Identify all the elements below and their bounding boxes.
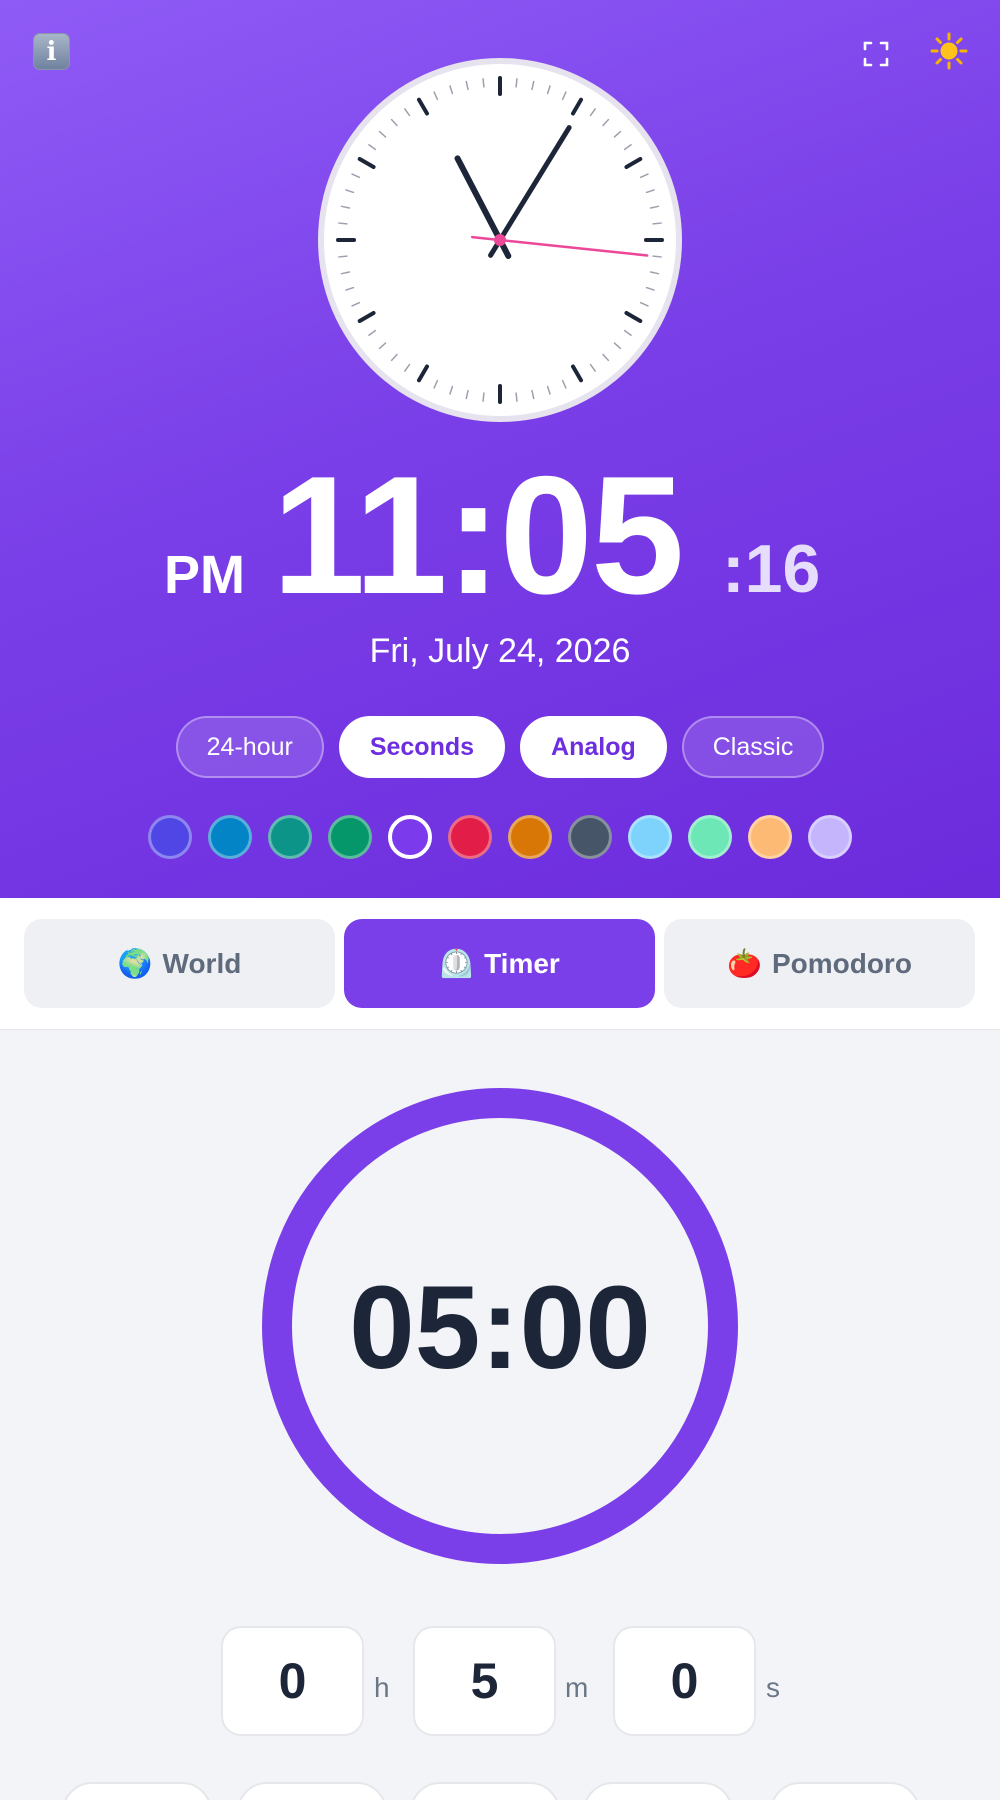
clock-minute-tick	[515, 392, 518, 402]
ampm-label: PM	[164, 545, 245, 605]
sun-icon	[930, 32, 968, 70]
mode-tabs: 🌍 World ⏲️ Timer 🍅 Pomodoro	[0, 898, 1000, 1030]
info-button[interactable]: i	[33, 33, 70, 70]
preset-button[interactable]	[62, 1782, 212, 1800]
timer-icon: ⏲️	[439, 947, 475, 980]
toggle-analog[interactable]: Analog	[520, 716, 667, 778]
timer-display: 05:00	[349, 1262, 651, 1394]
theme-color-swatch[interactable]	[268, 815, 312, 859]
preset-button[interactable]	[410, 1782, 560, 1800]
theme-color-swatch[interactable]	[688, 815, 732, 859]
clock-minute-tick	[652, 222, 662, 225]
theme-color-swatch[interactable]	[148, 815, 192, 859]
toggle-24-hour[interactable]: 24-hour	[175, 716, 324, 778]
theme-color-swatch[interactable]	[808, 815, 852, 859]
tomato-icon: 🍅	[727, 947, 762, 980]
theme-color-swatch[interactable]	[448, 815, 492, 859]
theme-color-swatch[interactable]	[328, 815, 372, 859]
clock-minute-tick	[482, 392, 485, 402]
seconds-display: :16	[722, 531, 821, 607]
tab-pomodoro-label: Pomodoro	[771, 947, 912, 979]
minutes-unit: m	[565, 1672, 589, 1703]
preset-button[interactable]	[770, 1782, 920, 1800]
theme-color-swatch[interactable]	[208, 815, 252, 859]
theme-color-swatch[interactable]	[568, 815, 612, 859]
seconds-input[interactable]: 0	[613, 1626, 756, 1736]
seconds-unit: s	[766, 1672, 780, 1703]
hours-minutes: 11:05	[272, 441, 684, 629]
globe-icon: 🌍	[117, 947, 153, 980]
analog-clock	[318, 58, 682, 422]
display-toggles: 24-hour Seconds Analog Classic	[0, 716, 1000, 778]
info-icon: i	[46, 36, 57, 67]
tab-world[interactable]: 🌍 World	[24, 919, 335, 1008]
hours-unit: h	[374, 1672, 390, 1703]
tab-timer[interactable]: ⏲️ Timer	[344, 919, 655, 1008]
tab-world-label: World	[162, 947, 242, 979]
tab-timer-label: Timer	[484, 947, 560, 979]
clock-minute-tick	[338, 255, 348, 258]
toggle-classic[interactable]: Classic	[681, 716, 825, 778]
preset-button[interactable]	[237, 1782, 387, 1800]
preset-button[interactable]	[583, 1782, 733, 1800]
fullscreen-button[interactable]	[856, 34, 896, 74]
tab-pomodoro[interactable]: 🍅 Pomodoro	[664, 919, 975, 1008]
clock-minute-tick	[515, 78, 518, 88]
theme-color-swatch[interactable]	[508, 815, 552, 859]
hours-input[interactable]: 0	[221, 1626, 364, 1736]
theme-color-swatch[interactable]	[628, 815, 672, 859]
theme-color-picker	[148, 815, 854, 859]
theme-color-swatch[interactable]	[388, 815, 432, 859]
minutes-input[interactable]: 5	[413, 1626, 556, 1736]
fullscreen-icon	[863, 41, 889, 67]
clock-center-pin	[494, 234, 506, 246]
theme-toggle-button[interactable]	[928, 30, 970, 72]
clock-minute-tick	[482, 78, 485, 88]
clock-minute-tick	[652, 255, 662, 258]
toggle-seconds[interactable]: Seconds	[338, 716, 506, 778]
theme-color-swatch[interactable]	[748, 815, 792, 859]
clock-minute-tick	[338, 222, 348, 225]
date-label: Fri, July 24, 2026	[369, 632, 631, 670]
clock-hero: i PM 11:05 :16 Fri, July 24, 2026 24-hou…	[0, 0, 1000, 898]
digital-time: PM 11:05 :16	[0, 441, 1000, 629]
